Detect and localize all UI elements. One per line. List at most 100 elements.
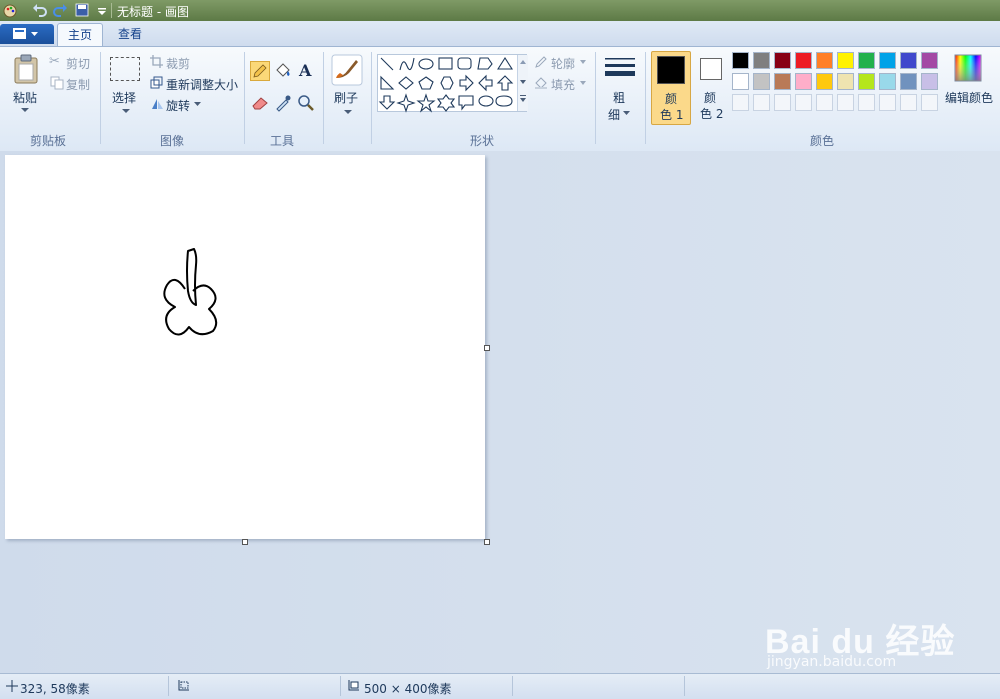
shapes-group-label: 形状 bbox=[470, 134, 495, 148]
palette-swatch[interactable] bbox=[795, 52, 812, 69]
edit-colors-button[interactable]: 编辑颜色 bbox=[945, 54, 996, 108]
paste-button[interactable]: 粘贴 bbox=[8, 52, 44, 120]
curve-shape-icon bbox=[399, 57, 415, 71]
chevron-down-icon bbox=[122, 109, 130, 113]
palette-swatch[interactable] bbox=[774, 73, 791, 90]
palette-swatch[interactable] bbox=[816, 52, 833, 69]
save-icon[interactable] bbox=[74, 2, 90, 18]
resize-label: 重新调整大小 bbox=[166, 78, 239, 92]
custom-color-slot[interactable] bbox=[753, 94, 770, 111]
custom-color-slot[interactable] bbox=[795, 94, 812, 111]
window-title: 无标题 - 画图 bbox=[117, 5, 189, 19]
palette-swatch[interactable] bbox=[837, 73, 854, 90]
flower-drawing bbox=[163, 248, 218, 336]
copy-button[interactable]: 复制 bbox=[49, 75, 95, 92]
custom-color-slot[interactable] bbox=[732, 94, 749, 111]
hexagon-shape-icon bbox=[440, 76, 454, 90]
group-separator bbox=[371, 52, 372, 144]
custom-color-slot[interactable] bbox=[858, 94, 875, 111]
crop-label: 裁剪 bbox=[166, 57, 191, 71]
tab-view[interactable]: 查看 bbox=[108, 23, 152, 45]
palette-swatch[interactable] bbox=[732, 52, 749, 69]
status-separator bbox=[684, 676, 685, 696]
color1-button[interactable]: 颜 色 1 bbox=[651, 51, 691, 125]
fill-tool[interactable] bbox=[273, 61, 293, 81]
palette-swatch[interactable] bbox=[921, 52, 938, 69]
color2-button[interactable]: 颜 色 2 bbox=[696, 54, 726, 121]
text-tool[interactable]: A bbox=[296, 61, 316, 81]
up-arrow-shape-icon bbox=[496, 75, 514, 91]
color-palette bbox=[732, 52, 942, 114]
rotate-button[interactable]: 旋转 bbox=[149, 96, 203, 113]
crop-icon bbox=[150, 55, 163, 68]
fill-button[interactable]: 填充 bbox=[534, 75, 588, 92]
custom-color-slot[interactable] bbox=[900, 94, 917, 111]
color1-label-line1: 颜 bbox=[665, 92, 678, 106]
cut-label: 剪切 bbox=[66, 57, 91, 71]
customize-quick-access-icon[interactable] bbox=[94, 2, 110, 18]
rotate-icon bbox=[152, 99, 163, 109]
palette-swatch[interactable] bbox=[774, 52, 791, 69]
status-separator bbox=[168, 676, 169, 696]
shapes-gallery-scroll[interactable] bbox=[517, 55, 528, 111]
group-separator bbox=[100, 52, 101, 144]
eraser-tool[interactable] bbox=[250, 93, 270, 113]
shapes-gallery[interactable] bbox=[377, 54, 527, 113]
oval-shape-icon bbox=[418, 58, 434, 70]
fill-label: 填充 bbox=[551, 78, 576, 92]
palette-swatch[interactable] bbox=[795, 73, 812, 90]
shapes-icons bbox=[378, 56, 514, 113]
rotate-label: 旋转 bbox=[166, 99, 191, 113]
select-button[interactable]: 选择 bbox=[107, 54, 143, 120]
palette-swatch[interactable] bbox=[900, 73, 917, 90]
chevron-down-icon bbox=[580, 81, 586, 85]
custom-color-slot[interactable] bbox=[837, 94, 854, 111]
tools-group-label: 工具 bbox=[270, 134, 295, 148]
palette-swatch[interactable] bbox=[921, 73, 938, 90]
group-separator bbox=[323, 52, 324, 144]
redo-icon[interactable] bbox=[52, 2, 68, 18]
crop-button[interactable]: 裁剪 bbox=[149, 54, 199, 71]
palette-swatch[interactable] bbox=[753, 52, 770, 69]
palette-swatch[interactable] bbox=[858, 52, 875, 69]
color-picker-tool[interactable] bbox=[273, 93, 293, 113]
palette-swatch[interactable] bbox=[837, 52, 854, 69]
eraser-icon bbox=[252, 97, 268, 110]
palette-swatch[interactable] bbox=[879, 73, 896, 90]
crosshair-icon bbox=[6, 680, 18, 692]
drawing-canvas[interactable] bbox=[5, 155, 485, 539]
brushes-button[interactable]: 刷子 bbox=[329, 54, 365, 120]
canvas-resize-handle-bottom[interactable] bbox=[242, 539, 248, 545]
palette-swatch[interactable] bbox=[732, 73, 749, 90]
custom-color-slot[interactable] bbox=[774, 94, 791, 111]
palette-swatch[interactable] bbox=[816, 73, 833, 90]
image-size: 500 × 400像素 bbox=[364, 682, 452, 696]
undo-icon[interactable] bbox=[32, 2, 48, 18]
cut-button[interactable]: ✂ 剪切 bbox=[49, 54, 95, 71]
canvas-resize-handle-corner[interactable] bbox=[484, 539, 490, 545]
custom-color-slot[interactable] bbox=[921, 94, 938, 111]
resize-button[interactable]: 重新调整大小 bbox=[149, 75, 239, 92]
palette-swatch[interactable] bbox=[879, 52, 896, 69]
scissors-icon: ✂ bbox=[49, 54, 60, 69]
magnifier-icon bbox=[298, 95, 314, 111]
eyedropper-icon bbox=[276, 95, 291, 112]
application-menu-button[interactable] bbox=[0, 24, 54, 44]
edit-colors-label: 编辑颜色 bbox=[945, 91, 994, 105]
palette-swatch[interactable] bbox=[858, 73, 875, 90]
chevron-down-icon bbox=[194, 102, 201, 106]
baidu-watermark-url: jingyan.baidu.com bbox=[767, 654, 897, 670]
palette-swatch[interactable] bbox=[753, 73, 770, 90]
paint-app-icon[interactable] bbox=[2, 2, 18, 18]
magnifier-tool[interactable] bbox=[296, 93, 316, 113]
polygon-shape-icon bbox=[477, 57, 493, 70]
size-button[interactable]: 粗 细 bbox=[601, 54, 639, 122]
outline-button[interactable]: 轮廓 bbox=[534, 54, 588, 71]
custom-color-slot[interactable] bbox=[879, 94, 896, 111]
custom-color-slot[interactable] bbox=[816, 94, 833, 111]
canvas-resize-handle-right[interactable] bbox=[484, 345, 490, 351]
palette-swatch[interactable] bbox=[900, 52, 917, 69]
pencil-tool[interactable] bbox=[250, 61, 270, 81]
scroll-arrows-icon bbox=[520, 60, 526, 102]
tab-home[interactable]: 主页 bbox=[57, 23, 103, 46]
